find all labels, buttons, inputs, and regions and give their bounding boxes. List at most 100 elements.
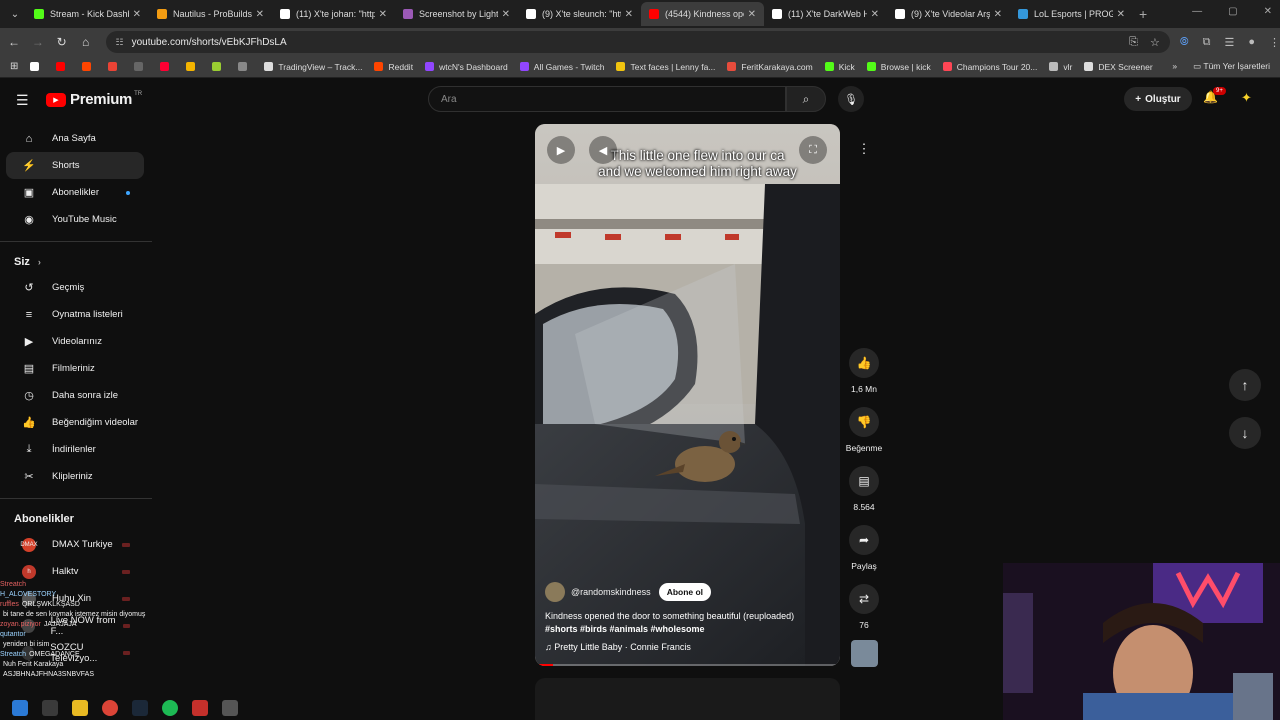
bookmark-item[interactable]: Kick (824, 62, 855, 72)
youtube-premium-logo[interactable]: ▶ Premium TR (46, 91, 142, 108)
bookmark-item[interactable] (108, 62, 122, 72)
taskbar-app-icon[interactable] (222, 700, 238, 716)
sidebar-item-filmleriniz[interactable]: ▤ Filmleriniz (6, 355, 144, 382)
play-button[interactable]: ▶ (547, 136, 575, 164)
tab-close-icon[interactable]: ✕ (379, 9, 387, 20)
bookmark-item[interactable]: Reddit (374, 62, 413, 72)
channel-name[interactable]: @randomskindness (571, 587, 651, 597)
search-button[interactable]: ⌕ (786, 86, 826, 112)
reload-button[interactable]: ↻ (50, 35, 74, 49)
create-button[interactable]: + Oluştur (1124, 87, 1192, 111)
tab-close-icon[interactable]: ✕ (748, 9, 756, 20)
browser-tab[interactable]: Stream - Kick Dashbo ✕ (26, 2, 149, 26)
sidebar-item-daha-sonra-izle[interactable]: ◷ Daha sonra izle (6, 382, 144, 409)
tab-close-icon[interactable]: ✕ (625, 9, 633, 20)
music-row[interactable]: ♫ Pretty Little Baby · Connie Francis (545, 642, 835, 652)
bookmark-item[interactable] (134, 62, 148, 72)
maximize-button[interactable]: ▢ (1228, 6, 1237, 17)
steam-icon[interactable] (132, 700, 148, 716)
browser-tab[interactable]: (9) X'te Videolar Arşi ✕ (887, 2, 1010, 26)
browser-tab[interactable]: (11) X'te DarkWeb Hu ✕ (764, 2, 887, 26)
next-short-preview[interactable] (535, 678, 840, 720)
sidebar-item-ge-mi-[interactable]: ↺ Geçmiş (6, 274, 144, 301)
browser-tab[interactable]: LoL Esports | PROGRA ✕ (1010, 2, 1133, 26)
previous-short-button[interactable]: ↑ (1229, 369, 1261, 401)
tab-close-icon[interactable]: ✕ (994, 9, 1002, 20)
tab-search-chevron-icon[interactable]: ⌄ (4, 3, 26, 25)
more-options-icon[interactable]: ⋮ (852, 137, 876, 161)
tab-close-icon[interactable]: ✕ (256, 9, 264, 20)
bookmark-star-icon[interactable]: ☆ (1150, 36, 1160, 49)
like-button[interactable]: 👍 1,6 Mn (842, 348, 886, 394)
sidebar-item-youtube-music[interactable]: ◉ YouTube Music (6, 206, 144, 233)
spotify-icon[interactable] (162, 700, 178, 716)
bookmark-item[interactable]: Champions Tour 20... (942, 62, 1037, 72)
minimize-button[interactable]: — (1192, 6, 1202, 17)
apps-grid-icon[interactable]: ⊞ (10, 61, 18, 72)
tab-close-icon[interactable]: ✕ (502, 9, 510, 20)
browser-tab[interactable]: (11) X'te johan: "http ✕ (272, 2, 395, 26)
next-short-button[interactable]: ↓ (1229, 417, 1261, 449)
bookmark-item[interactable]: Text faces | Lenny fa... (616, 62, 715, 72)
home-button[interactable]: ⌂ (74, 35, 98, 49)
bookmark-item[interactable]: Browse | kick (866, 62, 931, 72)
browser-menu-icon[interactable]: ⋮ (1269, 36, 1280, 49)
sidebar-item-be-endi-im-videolar[interactable]: 👍 Beğendiğim videolar (6, 409, 144, 436)
windows-start-icon[interactable] (12, 700, 28, 716)
browser-tab[interactable]: Nautilus - ProBuilds.n ✕ (149, 2, 272, 26)
video-progress-bar[interactable] (535, 664, 840, 666)
sidebar-item-shorts[interactable]: ⚡ Shorts (6, 152, 144, 179)
profile-avatar[interactable]: ● (1248, 36, 1255, 49)
sidebar-item-klipleriniz[interactable]: ✂ Klipleriniz (6, 463, 144, 490)
all-bookmarks[interactable]: ▭ Tüm Yer İşaretleri (1193, 61, 1270, 72)
browser-tab[interactable]: (9) X'te sleunch: "http ✕ (518, 2, 641, 26)
fullscreen-button[interactable]: ⛶ (799, 136, 827, 164)
sidebar-you-heading[interactable]: Siz › (0, 250, 152, 274)
comments-button[interactable]: ▤ 8.564 (842, 466, 886, 512)
bookmark-item[interactable] (160, 62, 174, 72)
sound-thumbnail[interactable] (851, 640, 878, 667)
bookmark-item[interactable] (82, 62, 96, 72)
sidebar-item-abonelikler[interactable]: ▣ Abonelikler (6, 179, 144, 206)
subscribe-button[interactable]: Abone ol (658, 583, 712, 601)
bookmark-item[interactable]: wtcN's Dashboard (425, 62, 508, 72)
file-explorer-icon[interactable] (72, 700, 88, 716)
tab-close-icon[interactable]: ✕ (1117, 9, 1125, 20)
new-tab-button[interactable]: + (1139, 6, 1147, 22)
extension-icon[interactable]: ⦾ (1180, 36, 1189, 49)
sidebar-item-i-ndirilenler[interactable]: ⤓ İndirilenler (6, 436, 144, 463)
bookmark-item[interactable]: All Games - Twitch (519, 62, 604, 72)
bookmark-item[interactable]: vlr (1049, 62, 1072, 72)
recording-app-icon[interactable] (192, 700, 208, 716)
site-info-icon[interactable]: ☷ (116, 37, 124, 48)
short-description[interactable]: Kindness opened the door to something be… (545, 610, 835, 636)
back-button[interactable]: ← (2, 35, 26, 49)
forward-button[interactable]: → (26, 35, 50, 49)
bookmark-item[interactable] (186, 62, 200, 72)
bookmark-item[interactable] (56, 62, 70, 72)
chrome-icon[interactable] (102, 700, 118, 716)
channel-avatar[interactable] (545, 582, 565, 602)
browser-tab[interactable]: Screenshot by Lightsh ✕ (395, 2, 518, 26)
tab-close-icon[interactable]: ✕ (133, 9, 141, 20)
install-icon[interactable]: ⎘ (1129, 36, 1138, 49)
sidebar-item-oynatma-listeleri[interactable]: ≡ Oynatma listeleri (6, 301, 144, 328)
close-window-button[interactable]: ✕ (1264, 6, 1272, 17)
sidebar-channel[interactable]: DMAX DMAX Turkiye (6, 531, 144, 558)
volume-button[interactable]: ◀ (589, 136, 617, 164)
share-button[interactable]: ➦ Paylaş (842, 525, 886, 571)
bookmark-item[interactable] (30, 62, 44, 72)
browser-tab[interactable]: (4544) Kindness ope ✕ (641, 2, 764, 26)
bookmark-item[interactable]: TradingView – Track... (264, 62, 362, 72)
sidebar-item-ana-sayfa[interactable]: ⌂ Ana Sayfa (6, 125, 144, 152)
bookmark-item[interactable]: DEX Screener (1084, 62, 1153, 72)
url-bar[interactable]: ☷ youtube.com/shorts/vEbKJFhDsLA ⎘ ☆ (105, 31, 1170, 53)
tab-groups-icon[interactable]: ☰ (1224, 36, 1234, 49)
bookmark-item[interactable] (212, 62, 226, 72)
tab-close-icon[interactable]: ✕ (871, 9, 879, 20)
bookmark-item[interactable]: FeritKarakaya.com (727, 62, 813, 72)
remix-button[interactable]: ⇄ 76 (842, 584, 886, 630)
bookmark-item[interactable] (238, 62, 252, 72)
account-avatar[interactable]: ✦ (1241, 90, 1252, 106)
shorts-player[interactable]: This little one flew into our ca and we … (535, 124, 840, 666)
